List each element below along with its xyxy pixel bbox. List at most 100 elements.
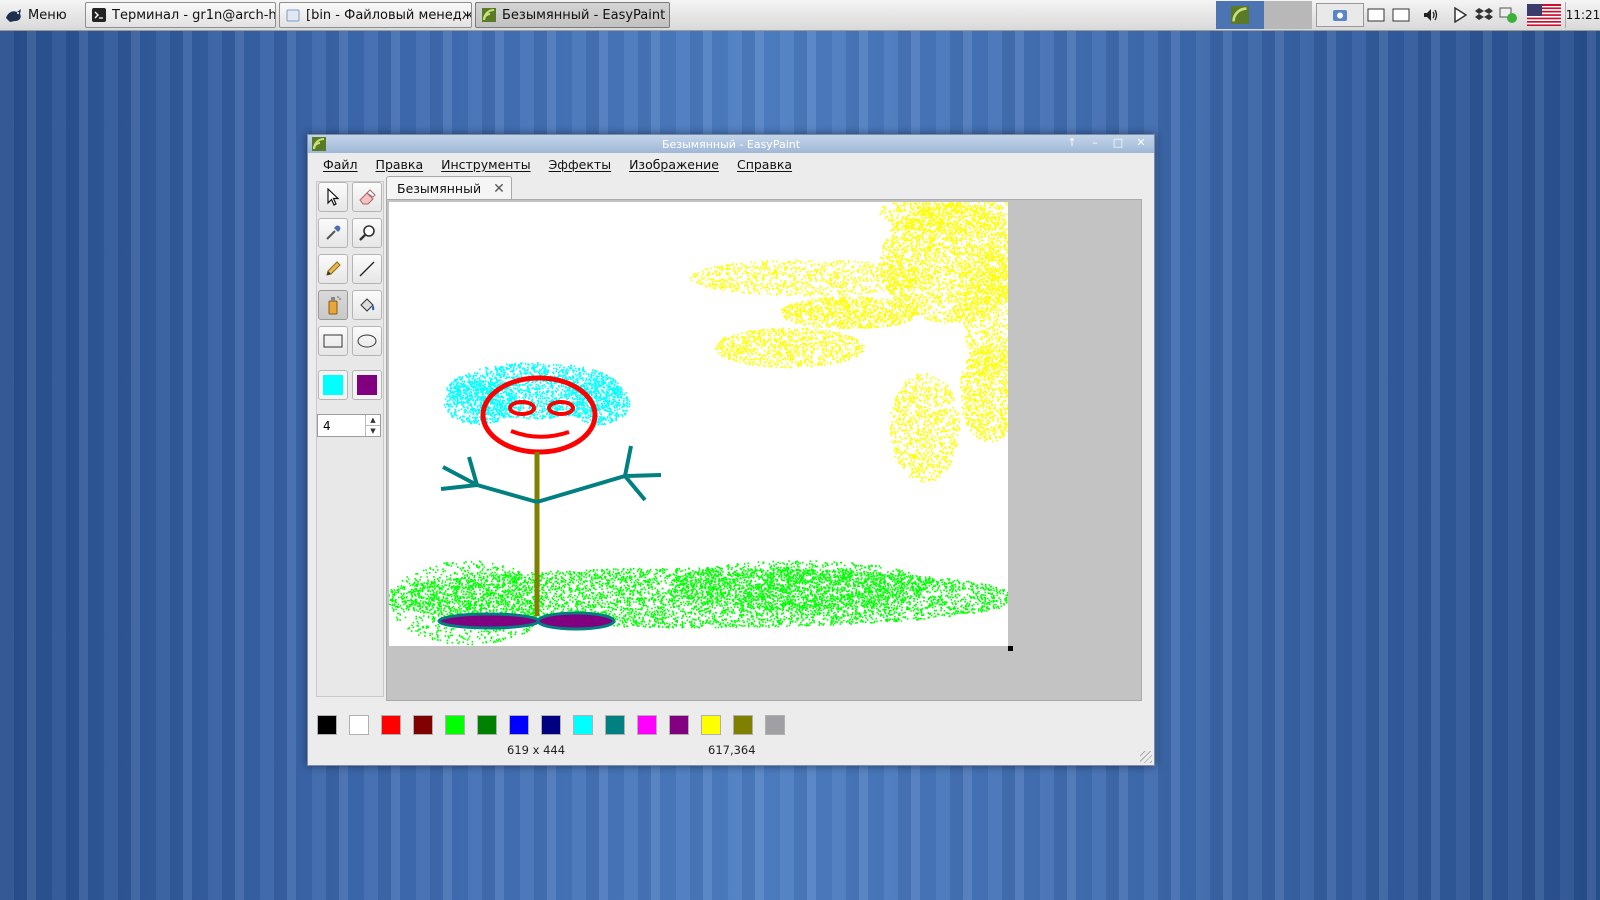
close-button[interactable]: ✕	[1134, 136, 1148, 150]
task-easypaint[interactable]: Безымянный - EasyPaint	[475, 2, 670, 28]
spin-up-button[interactable]: ▲	[365, 415, 380, 425]
tray-easypaint[interactable]	[1216, 1, 1264, 29]
palette-color[interactable]	[637, 715, 657, 735]
left-foot	[437, 612, 541, 630]
xfce-mouse-icon	[6, 9, 21, 22]
spin-down-button[interactable]: ▼	[365, 425, 380, 436]
color-picker-tool[interactable]	[318, 218, 348, 248]
start-menu-label: Меню	[28, 7, 67, 23]
tab-close-icon[interactable]: ✕	[493, 181, 505, 197]
brush-size-spinbox: ▲ ▼	[317, 414, 381, 437]
menubar: Файл Правка Инструменты Эффекты Изображе…	[308, 153, 1154, 175]
tray-window-2[interactable]	[1391, 3, 1411, 27]
task-label: [bin - Файловый менеджер]	[306, 7, 472, 23]
palette-color[interactable]	[669, 715, 689, 735]
line-tool[interactable]	[352, 254, 382, 284]
palette-color[interactable]	[381, 715, 401, 735]
status-image-size: 619 x 444	[507, 743, 566, 757]
brush-size-input[interactable]	[323, 416, 363, 435]
tray-keyboard-layout[interactable]	[1526, 3, 1562, 27]
workspace-2[interactable]	[1264, 1, 1312, 29]
menu-image[interactable]: Изображение	[629, 157, 719, 172]
taskbar: Меню Терминал - gr1n@arch-ho... [bin - Ф…	[0, 0, 1600, 31]
volume-icon	[1424, 9, 1438, 21]
palette-color[interactable]	[445, 715, 465, 735]
ellipse-icon	[357, 334, 377, 348]
easypaint-tray-icon	[1231, 6, 1249, 24]
color-picker-icon	[326, 225, 341, 240]
palette-color[interactable]	[413, 715, 433, 735]
toolbox: ▲ ▼	[316, 181, 384, 697]
task-file-manager[interactable]: [bin - Файловый менеджер]	[279, 2, 472, 28]
cursor-icon	[327, 188, 340, 206]
cursor-tool[interactable]	[318, 182, 348, 212]
network-icon	[1499, 7, 1517, 23]
tray-player[interactable]	[1451, 3, 1469, 27]
tray-window-1[interactable]	[1366, 3, 1386, 27]
secondary-color-swatch	[357, 375, 377, 395]
fill-icon	[360, 298, 375, 312]
window-title: Безымянный - EasyPaint	[661, 137, 801, 151]
start-menu-button[interactable]: Меню	[4, 3, 67, 27]
clock[interactable]: 11:21	[1565, 2, 1600, 28]
palette-color[interactable]	[509, 715, 529, 735]
drawing-canvas[interactable]	[387, 200, 1021, 646]
menu-file[interactable]: Файл	[323, 157, 358, 172]
terminal-icon	[92, 8, 106, 22]
tray-network[interactable]	[1498, 3, 1520, 27]
task-label: Терминал - gr1n@arch-ho...	[112, 7, 276, 23]
pencil-tool[interactable]	[318, 254, 348, 284]
tray-screenshot[interactable]	[1316, 3, 1364, 27]
color-palette	[317, 715, 785, 735]
shade-button[interactable]: ↑	[1065, 136, 1079, 150]
palette-color[interactable]	[317, 715, 337, 735]
palette-color[interactable]	[701, 715, 721, 735]
task-terminal[interactable]: Терминал - gr1n@arch-ho...	[85, 2, 276, 28]
eraser-icon	[359, 189, 376, 205]
palette-color[interactable]	[733, 715, 753, 735]
canvas-scroll-area[interactable]	[386, 199, 1142, 701]
task-label: Безымянный - EasyPaint	[502, 7, 666, 23]
tray-volume[interactable]	[1420, 3, 1442, 27]
secondary-color-button[interactable]	[352, 370, 382, 400]
palette-color[interactable]	[765, 715, 785, 735]
palette-color[interactable]	[349, 715, 369, 735]
spray-tool[interactable]	[318, 290, 348, 320]
menu-help[interactable]: Справка	[737, 157, 792, 172]
drawing-artwork	[387, 200, 1021, 646]
fill-tool[interactable]	[352, 290, 382, 320]
tray-dropbox[interactable]	[1474, 3, 1494, 27]
eraser-tool[interactable]	[352, 182, 382, 212]
primary-color-button[interactable]	[318, 370, 348, 400]
menu-tools[interactable]: Инструменты	[441, 157, 530, 172]
palette-color[interactable]	[477, 715, 497, 735]
left-arm	[440, 456, 538, 504]
titlebar[interactable]: Безымянный - EasyPaint ↑ – □ ✕	[308, 135, 1154, 153]
palette-color[interactable]	[605, 715, 625, 735]
window-icon	[1367, 8, 1385, 22]
menu-effects[interactable]: Эффекты	[549, 157, 612, 172]
smile	[510, 429, 570, 439]
rectangle-icon	[323, 334, 343, 348]
ellipse-tool[interactable]	[352, 326, 382, 356]
canvas-resize-handle[interactable]	[1008, 646, 1013, 651]
magnifier-tool[interactable]	[352, 218, 382, 248]
minimize-button[interactable]: –	[1088, 136, 1102, 150]
palette-color[interactable]	[541, 715, 561, 735]
tab-untitled[interactable]: Безымянный ✕	[386, 176, 512, 200]
folder-icon	[286, 9, 300, 22]
menu-edit[interactable]: Правка	[376, 157, 424, 172]
palette-color[interactable]	[573, 715, 593, 735]
screenshot-icon	[1333, 10, 1347, 21]
right-foot	[536, 611, 616, 631]
tab-label: Безымянный	[397, 181, 482, 196]
maximize-button[interactable]: □	[1111, 136, 1125, 150]
us-flag-icon	[1527, 4, 1561, 26]
easypaint-icon	[482, 8, 496, 22]
window-resize-grip[interactable]	[1140, 751, 1152, 763]
magnifier-icon	[359, 225, 375, 241]
rectangle-tool[interactable]	[318, 326, 348, 356]
window-icon	[1392, 8, 1410, 22]
pencil-icon	[326, 261, 341, 276]
easypaint-window: Безымянный - EasyPaint ↑ – □ ✕ Файл Прав…	[307, 134, 1155, 766]
